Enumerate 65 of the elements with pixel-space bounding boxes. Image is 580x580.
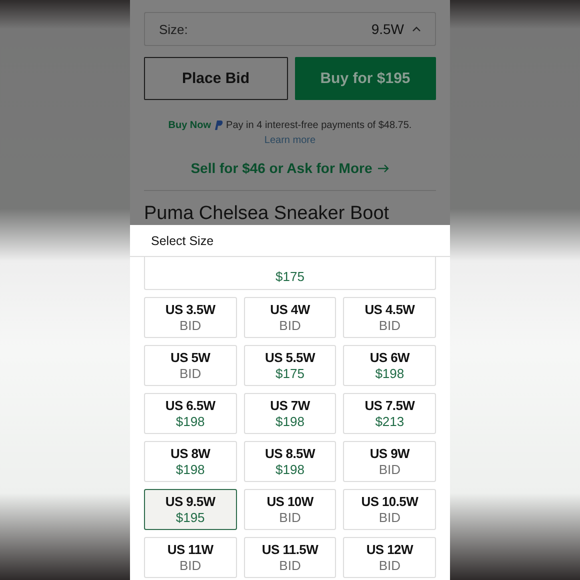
price-text: $198 <box>375 366 404 381</box>
buy-now-label: Buy Now <box>168 120 212 131</box>
size-option[interactable]: US 8W $198 <box>144 441 237 482</box>
price-text: $175 <box>276 269 304 284</box>
size-option[interactable]: US 4.5W BID <box>343 297 436 338</box>
size-option[interactable]: US 4W BID <box>244 297 336 338</box>
size-text: US 6.5W <box>165 398 216 413</box>
size-option[interactable]: $175 <box>144 257 436 290</box>
size-text: US 6W <box>370 350 410 365</box>
size-text: US 9W <box>370 446 410 461</box>
price-text: BID <box>378 510 400 525</box>
size-text: US 10W <box>266 494 314 509</box>
size-option[interactable]: US 9.5W $195 <box>144 489 237 530</box>
installment-text: Pay in 4 interest-free payments of $48.75. <box>226 120 412 131</box>
size-text: US 12W <box>366 542 413 557</box>
size-text: US 4.5W <box>364 302 415 317</box>
size-option[interactable]: US 12W BID <box>343 537 436 578</box>
arrow-icon <box>378 164 390 172</box>
size-option[interactable]: US 7W $198 <box>244 393 336 434</box>
size-option[interactable]: US 10W BID <box>244 489 336 530</box>
size-text: US 11W <box>167 542 214 557</box>
size-value: 9.5W <box>371 21 404 37</box>
size-text: US 4W <box>270 302 310 317</box>
size-text: US 10.5W <box>361 494 418 509</box>
price-text: $198 <box>176 462 205 477</box>
price-text: $195 <box>176 510 205 525</box>
size-option[interactable]: US 3.5W BID <box>144 297 237 338</box>
size-option[interactable]: US 6.5W $198 <box>144 393 237 434</box>
size-option[interactable]: US 11W BID <box>144 537 237 578</box>
size-text: US 11.5W <box>262 542 318 557</box>
price-text: BID <box>179 318 202 333</box>
size-label: Size: <box>159 22 189 36</box>
size-option[interactable]: US 11.5W BID <box>244 537 336 578</box>
price-text: $213 <box>375 414 404 429</box>
size-option[interactable]: US 5W BID <box>144 345 237 386</box>
size-text: US 5.5W <box>265 350 315 365</box>
size-text: US 8.5W <box>265 446 315 461</box>
size-option[interactable]: US 6W $198 <box>343 345 436 386</box>
price-text: BID <box>378 318 400 333</box>
size-text: US 5W <box>170 350 210 365</box>
size-dropdown[interactable]: Size: 9.5W <box>144 12 436 46</box>
price-text: BID <box>279 558 301 573</box>
size-text: US 3.5W <box>165 302 216 317</box>
size-text: US 9.5W <box>165 494 216 509</box>
size-option[interactable]: US 10.5W BID <box>343 489 436 530</box>
price-text: $198 <box>276 414 304 429</box>
size-option[interactable]: US 8.5W $198 <box>244 441 336 482</box>
size-option[interactable]: US 5.5W $175 <box>244 345 336 386</box>
paypal-icon <box>214 120 224 131</box>
price-text: BID <box>279 318 301 333</box>
size-option[interactable]: US 9W BID <box>343 441 436 482</box>
price-text: $198 <box>176 414 205 429</box>
price-text: BID <box>179 558 202 573</box>
price-text: BID <box>279 510 301 525</box>
price-text: BID <box>378 462 400 477</box>
price-text: $175 <box>276 366 304 381</box>
bid-button[interactable]: Place Bid <box>144 57 288 100</box>
price-text: BID <box>179 366 202 381</box>
size-text: US 7W <box>270 398 310 413</box>
product-title: Puma Chelsea Sneaker Boot <box>144 203 390 225</box>
price-text: $198 <box>276 462 304 477</box>
size-text: US 8W <box>170 446 210 461</box>
size-option[interactable]: US 7.5W $213 <box>343 393 436 434</box>
price-text: BID <box>378 558 400 573</box>
size-text: US 7.5W <box>364 398 415 413</box>
